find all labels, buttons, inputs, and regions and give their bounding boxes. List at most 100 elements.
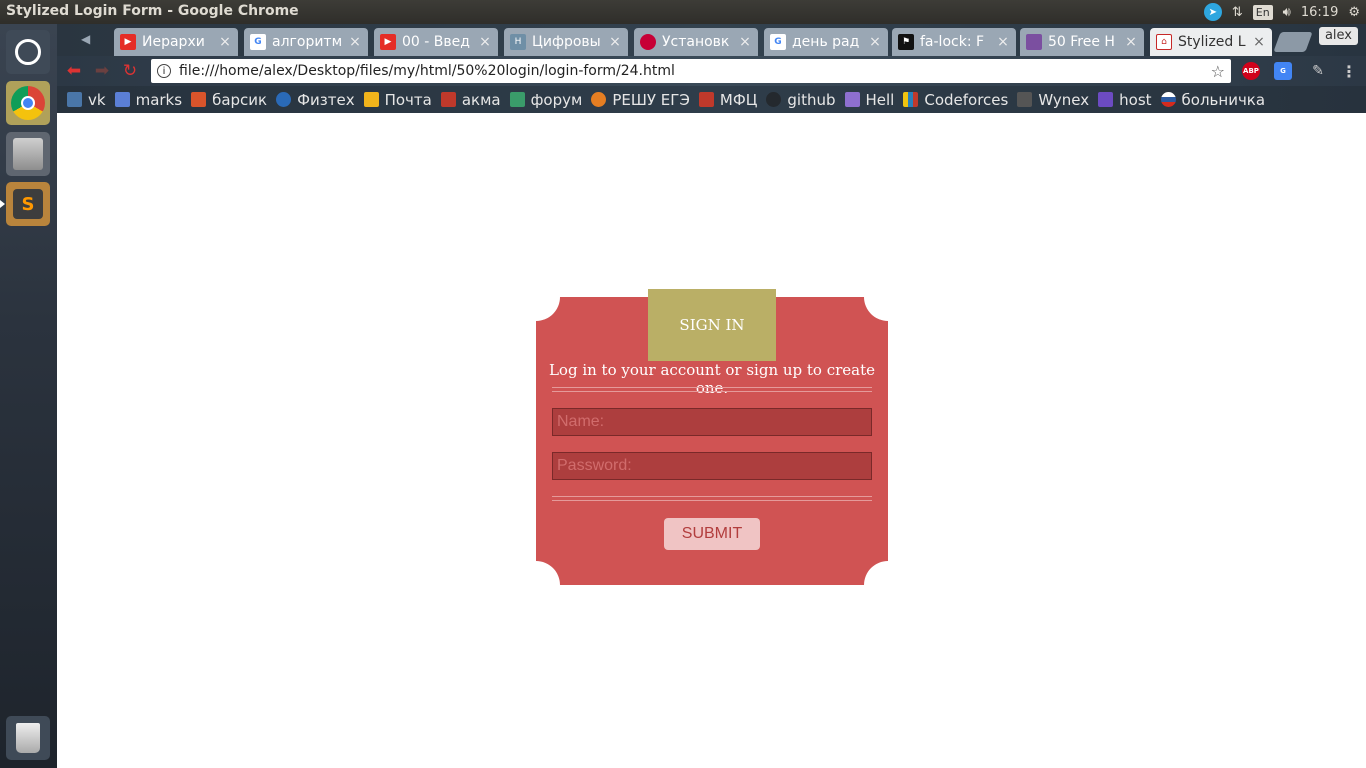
tab-active[interactable]: ⌂ Stylized L × (1150, 28, 1272, 56)
top-panel: Stylized Login Form - Google Chrome ➤ ⇅ … (0, 0, 1366, 24)
sign-in-heading: SIGN IN (648, 289, 776, 361)
bookmark-github[interactable]: github (766, 90, 836, 109)
chrome-launcher[interactable] (6, 81, 50, 125)
tab-title: алгоритм (272, 34, 343, 50)
tab-close-icon[interactable]: × (348, 34, 362, 50)
tab-5[interactable]: G день рад × (764, 28, 888, 56)
bookmark-akma[interactable]: акма (440, 90, 501, 109)
codeforces-icon (903, 92, 919, 107)
tab-4[interactable]: Установк × (634, 28, 758, 56)
tab-title: Установк (662, 34, 730, 50)
dash-button[interactable] (6, 30, 50, 74)
bookmark-host[interactable]: host (1098, 90, 1152, 109)
tab-title: 00 - Введ (402, 34, 470, 50)
tab-close-icon[interactable]: × (868, 34, 882, 50)
browser-toolbar: ⬅ ➡ ↻ i file:///home/alex/Desktop/files/… (57, 56, 1366, 86)
vk-icon (67, 92, 82, 107)
mail-icon (363, 92, 379, 107)
login-card: SIGN IN Log in to your account or sign u… (512, 273, 912, 609)
name-input[interactable] (552, 408, 872, 436)
bookmark-marks[interactable]: marks (114, 91, 182, 109)
network-icon[interactable]: ⇅ (1232, 5, 1243, 20)
back-arrow-icon[interactable]: ⬅ (63, 60, 85, 82)
tab-1[interactable]: G алгоритм × (244, 28, 368, 56)
trash-launcher[interactable] (6, 716, 50, 760)
russia-flag-icon (1160, 92, 1176, 107)
tab-title: Иерархи (142, 34, 205, 50)
forward-arrow-icon[interactable]: ➡ (91, 60, 113, 82)
tab-6[interactable]: ⚑ fa-lock: F × (892, 28, 1016, 56)
new-tab-button[interactable] (1273, 32, 1313, 52)
card-corner-notch (512, 561, 560, 609)
adblock-icon[interactable]: ABP (1242, 62, 1260, 80)
tab-close-icon[interactable]: × (996, 34, 1010, 50)
ubuntu-logo-icon (15, 39, 41, 65)
launcher: S (0, 24, 57, 768)
github-icon (766, 92, 782, 107)
bookmark-pochta[interactable]: Почта (363, 91, 432, 109)
mfc-icon (698, 92, 714, 107)
submit-button[interactable]: SUBMIT (664, 518, 760, 550)
translate-icon[interactable]: G (1274, 62, 1292, 80)
reload-icon[interactable]: ↻ (119, 60, 141, 82)
bookmark-fiztech[interactable]: Физтех (276, 90, 355, 109)
volume-icon[interactable]: 🔊︎ (1283, 5, 1291, 20)
bookmark-hell[interactable]: Hell (844, 91, 894, 109)
url-text: file:///home/alex/Desktop/files/my/html/… (179, 63, 675, 79)
bookmark-barsik[interactable]: барсик (191, 91, 267, 109)
bookmark-wynex[interactable]: Wynex (1017, 91, 1089, 109)
bookmark-codeforces[interactable]: Codeforces (903, 91, 1008, 109)
bookmark-mfc[interactable]: МФЦ (698, 90, 758, 109)
bookmark-star-icon[interactable]: ☆ (1211, 62, 1225, 81)
bookmark-label: РЕШУ ЕГЭ (612, 90, 690, 109)
tab-title: Stylized L (1178, 34, 1246, 50)
bookmark-label: vk (88, 90, 106, 109)
eyedropper-icon[interactable]: ✎ (1309, 62, 1327, 80)
site-info-icon[interactable]: i (157, 64, 171, 78)
chrome-icon (11, 86, 45, 120)
bookmark-bolnichka[interactable]: больничка (1160, 91, 1265, 109)
forum-icon (509, 92, 525, 107)
menu-dots-icon[interactable]: ⋮ (1340, 62, 1358, 81)
trash-icon (16, 723, 40, 753)
telegram-icon[interactable]: ➤ (1203, 3, 1222, 21)
tab-2[interactable]: ▶ 00 - Введ × (374, 28, 498, 56)
youtube-icon: ▶ (120, 34, 136, 50)
google-icon: G (250, 34, 266, 50)
bookmark-label: Физтех (297, 90, 355, 109)
keyboard-layout[interactable]: En (1252, 4, 1273, 20)
tab-close-icon[interactable]: × (1252, 34, 1266, 50)
bookmark-label: акма (461, 90, 501, 109)
divider (552, 387, 872, 392)
divider (552, 496, 872, 501)
sublime-launcher[interactable]: S (6, 182, 50, 226)
password-input[interactable] (552, 452, 872, 480)
bookmark-label: github (787, 90, 836, 109)
mute-tab-icon[interactable]: ◀ (81, 32, 90, 46)
marks-icon (114, 92, 130, 107)
bookmark-label: host (1119, 90, 1152, 109)
tab-close-icon[interactable]: × (478, 34, 492, 50)
settings-gear-icon[interactable]: ⚙ (1348, 5, 1360, 20)
profile-button[interactable]: alex (1318, 27, 1358, 45)
tab-close-icon[interactable]: × (608, 34, 622, 50)
bookmark-reshu-ege[interactable]: РЕШУ ЕГЭ (591, 91, 690, 109)
files-launcher[interactable] (6, 132, 50, 176)
card-corner-notch (864, 561, 912, 609)
bookmark-forum[interactable]: форум (509, 91, 582, 109)
tab-0[interactable]: ▶ Иерархи × (114, 28, 238, 56)
sublime-text-icon: S (13, 189, 43, 219)
tab-close-icon[interactable]: × (738, 34, 752, 50)
clock[interactable]: 16:19 (1301, 5, 1338, 20)
tab-3[interactable]: H Цифровы × (504, 28, 628, 56)
bookmark-vk[interactable]: vk (67, 91, 106, 109)
habr-icon: H (510, 34, 526, 50)
page-content: SIGN IN Log in to your account or sign u… (57, 113, 1366, 768)
bookmark-label: барсик (212, 90, 268, 109)
tab-close-icon[interactable]: × (218, 34, 232, 50)
tab-close-icon[interactable]: × (1124, 34, 1138, 50)
address-bar[interactable]: i file:///home/alex/Desktop/files/my/htm… (151, 59, 1231, 83)
bookmark-label: МФЦ (719, 90, 758, 109)
tab-7[interactable]: 50 Free H × (1020, 28, 1144, 56)
card-corner-notch (512, 273, 560, 321)
